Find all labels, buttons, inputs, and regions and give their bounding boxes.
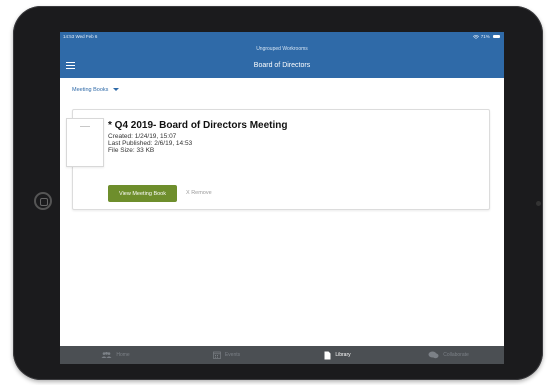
wifi-icon bbox=[473, 35, 480, 39]
battery-icon bbox=[493, 35, 500, 39]
tab-home-label: Home bbox=[116, 352, 130, 358]
meeting-book-card: * Q4 2019- Board of Directors Meeting Cr… bbox=[66, 109, 490, 210]
caret-down-icon bbox=[112, 88, 119, 92]
app-screen: 14:53 Wed Feb 6 71% Ungrouped Workrooms … bbox=[60, 32, 504, 364]
camera bbox=[536, 201, 541, 206]
remove-link[interactable]: X Remove bbox=[186, 190, 212, 196]
chat-icon bbox=[428, 351, 439, 359]
bottom-tab-bar: Home Events Library Collaborate bbox=[60, 346, 504, 364]
book-title[interactable]: * Q4 2019- Board of Directors Meeting bbox=[108, 120, 288, 131]
page-title: Board of Directors bbox=[253, 62, 311, 69]
calendar-icon bbox=[212, 351, 221, 359]
tab-collaborate-label: Collaborate bbox=[443, 352, 469, 358]
workroom-label: Ungrouped Workrooms bbox=[256, 46, 308, 52]
battery-percent: 71% bbox=[480, 34, 490, 39]
status-time-date: 14:53 Wed Feb 6 bbox=[63, 34, 98, 39]
meeting-books-dropdown[interactable]: Meeting Books bbox=[72, 87, 119, 93]
book-last-published: Last Published: 2/6/19, 14:53 bbox=[108, 140, 193, 147]
tab-library[interactable]: Library bbox=[282, 351, 393, 360]
book-thumbnail[interactable] bbox=[66, 118, 104, 167]
book-file-size: File Size: 33 KB bbox=[108, 147, 155, 154]
status-battery: 71% bbox=[473, 34, 500, 39]
meeting-books-label: Meeting Books bbox=[72, 87, 109, 93]
tab-collaborate[interactable]: Collaborate bbox=[393, 351, 504, 359]
tab-events[interactable]: Events bbox=[171, 351, 282, 359]
home-button[interactable] bbox=[34, 192, 52, 210]
tab-home[interactable]: Home bbox=[60, 352, 171, 358]
app-header: 14:53 Wed Feb 6 71% Ungrouped Workrooms … bbox=[60, 32, 504, 78]
view-meeting-book-button[interactable]: View Meeting Book bbox=[108, 185, 177, 202]
book-created: Created: 1/24/19, 15:07 bbox=[108, 133, 177, 140]
tab-library-label: Library bbox=[335, 352, 351, 358]
people-icon bbox=[101, 352, 112, 358]
tab-events-label: Events bbox=[224, 352, 241, 358]
document-icon bbox=[324, 351, 331, 359]
thumbnail-text-line bbox=[80, 126, 90, 127]
